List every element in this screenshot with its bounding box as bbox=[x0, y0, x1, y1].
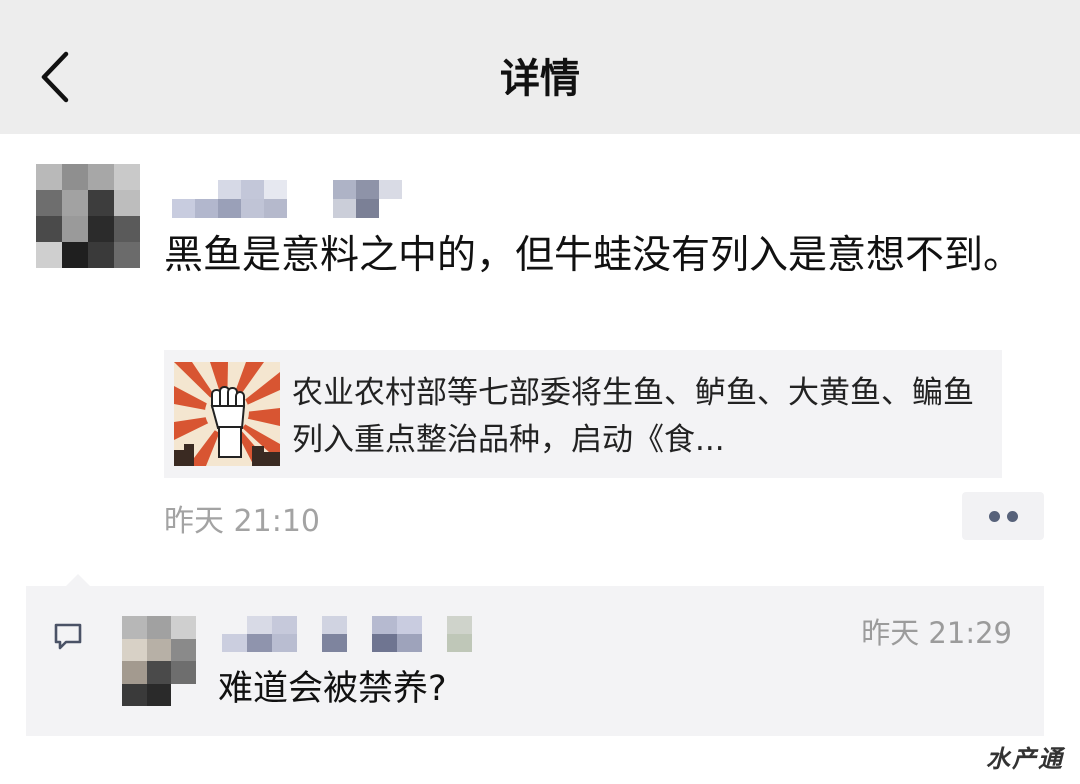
shared-link-card[interactable]: 农业农村部等七部委将生鱼、鲈鱼、大黄鱼、鳊鱼列入重点整治品种，启动《食... bbox=[164, 350, 1002, 478]
raised-fist-thumbnail bbox=[174, 362, 280, 466]
page-title: 详情 bbox=[500, 56, 580, 102]
comment-text: 难道会被禁养? bbox=[218, 669, 447, 709]
link-title: 农业农村部等七部委将生鱼、鲈鱼、大黄鱼、鳊鱼列入重点整治品种，启动《食... bbox=[292, 375, 974, 458]
comment-section: 难道会被禁养? 昨天 21:29 bbox=[26, 574, 1044, 736]
more-dots-icon bbox=[1007, 511, 1018, 522]
more-actions-button[interactable] bbox=[962, 492, 1044, 540]
nav-bar: 详情 bbox=[0, 0, 1080, 134]
avatar[interactable] bbox=[36, 164, 140, 268]
comment-timestamp: 昨天 21:29 bbox=[861, 616, 1012, 650]
author-name[interactable] bbox=[172, 180, 402, 218]
more-dots-icon bbox=[989, 511, 1000, 522]
post-timestamp: 昨天 21:10 bbox=[164, 504, 320, 539]
commenter-name[interactable] bbox=[222, 616, 472, 652]
watermark: 水产通 bbox=[986, 745, 1064, 773]
comment-avatar[interactable] bbox=[122, 616, 196, 706]
comment-bubble-icon bbox=[54, 623, 82, 650]
post-text: 黑鱼是意料之中的，但牛蛙没有列入是意想不到。 bbox=[164, 233, 1023, 278]
